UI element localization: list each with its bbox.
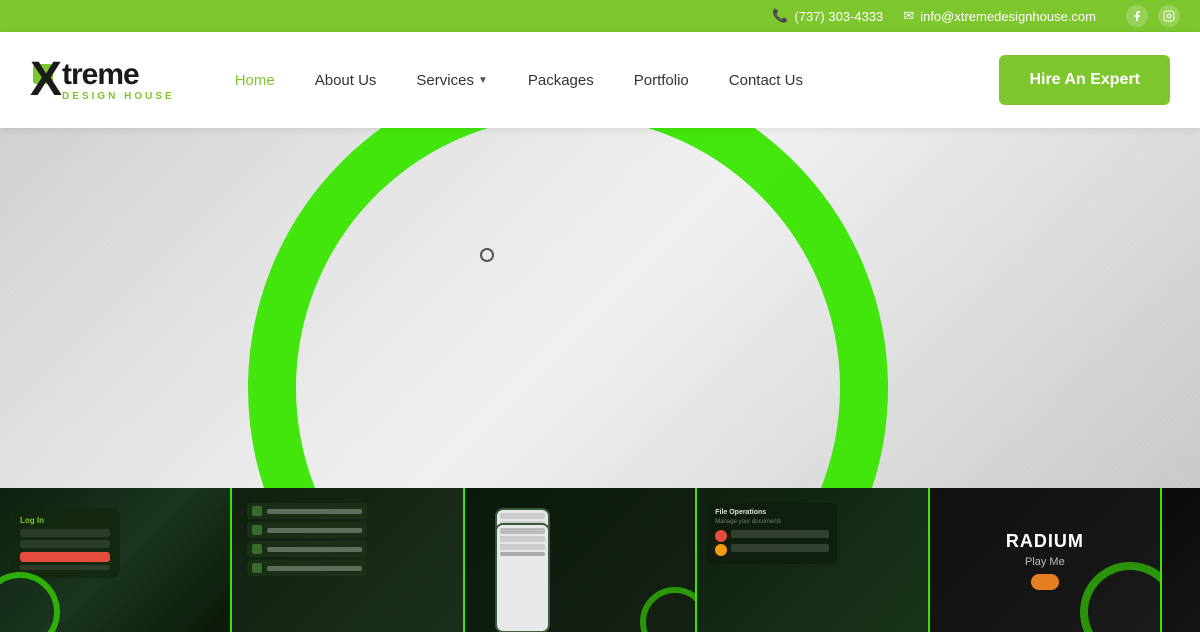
phone-row-1 bbox=[500, 513, 545, 519]
portfolio-item-dark[interactable] bbox=[1160, 488, 1200, 632]
sign-up-btn bbox=[20, 552, 110, 562]
pf-circle-green-1 bbox=[0, 572, 60, 632]
radium-card: RADIUM Play Me bbox=[996, 521, 1094, 600]
settings-text-2 bbox=[267, 528, 362, 533]
phone-contact[interactable]: 📞 (737) 303-4333 bbox=[772, 8, 883, 24]
hero-dot bbox=[480, 248, 494, 262]
hero-green-circle bbox=[248, 128, 888, 488]
phone-number: (737) 303-4333 bbox=[794, 9, 883, 24]
email-contact[interactable]: ✉ info@xtremedesignhouse.com bbox=[903, 8, 1096, 24]
settings-text-1 bbox=[267, 509, 362, 514]
nav-about[interactable]: About Us bbox=[295, 64, 397, 97]
email-address: info@xtremedesignhouse.com bbox=[920, 9, 1096, 24]
dash-row-1 bbox=[715, 530, 829, 542]
login-title: Log In bbox=[20, 516, 110, 525]
email-icon: ✉ bbox=[903, 8, 914, 24]
pf-circle-3 bbox=[640, 587, 695, 632]
radium-title: RADIUM bbox=[1006, 531, 1084, 552]
dash-subtitle: Manage your documents bbox=[715, 519, 829, 525]
phone-icon: 📞 bbox=[772, 8, 788, 24]
nav-contact[interactable]: Contact Us bbox=[709, 64, 823, 97]
social-icons bbox=[1126, 5, 1180, 27]
settings-row-4 bbox=[247, 560, 367, 576]
top-bar: 📞 (737) 303-4333 ✉ info@xtremedesignhous… bbox=[0, 0, 1200, 32]
phone-row-8 bbox=[500, 544, 545, 550]
dash-btn-orange bbox=[715, 544, 727, 556]
login-extra bbox=[20, 565, 110, 570]
portfolio-item-settings[interactable] bbox=[230, 488, 462, 632]
dash-bar-1 bbox=[731, 530, 829, 538]
settings-text-3 bbox=[267, 547, 362, 552]
radium-play-text: Play Me bbox=[1006, 556, 1084, 568]
phone-mock-2 bbox=[495, 523, 550, 632]
settings-row-1 bbox=[247, 503, 367, 519]
logo-tagline: DESIGN HOUSE bbox=[62, 91, 175, 102]
facebook-icon[interactable] bbox=[1126, 5, 1148, 27]
phone-row-6 bbox=[500, 528, 545, 534]
dash-bar-2 bbox=[731, 544, 829, 552]
settings-icon-2 bbox=[252, 525, 262, 535]
login-card: Log In bbox=[10, 508, 120, 578]
hero-section bbox=[0, 128, 1200, 488]
logo-treme: treme bbox=[62, 58, 175, 91]
radium-play-btn[interactable] bbox=[1031, 574, 1059, 590]
portfolio-item-login[interactable]: Log In bbox=[0, 488, 230, 632]
hire-expert-button[interactable]: Hire An Expert bbox=[999, 55, 1170, 105]
logo[interactable]: X treme DESIGN HOUSE bbox=[30, 56, 175, 104]
nav-home[interactable]: Home bbox=[215, 64, 295, 97]
dash-btn-red bbox=[715, 530, 727, 542]
dash-title: File Operations bbox=[715, 509, 829, 516]
phone-row-7 bbox=[500, 536, 545, 542]
settings-row-3 bbox=[247, 541, 367, 557]
instagram-icon[interactable] bbox=[1158, 5, 1180, 27]
portfolio-item-mobile[interactable] bbox=[463, 488, 695, 632]
settings-icon-4 bbox=[252, 563, 262, 573]
main-nav: Home About Us Services ▼ Packages Portfo… bbox=[215, 64, 1000, 97]
header: X treme DESIGN HOUSE Home About Us Servi… bbox=[0, 32, 1200, 128]
input-username bbox=[20, 529, 110, 537]
settings-row-2 bbox=[247, 522, 367, 538]
settings-card bbox=[247, 503, 367, 579]
phone-row-9 bbox=[500, 552, 545, 556]
logo-x: X bbox=[30, 53, 62, 106]
settings-icon-3 bbox=[252, 544, 262, 554]
settings-icon-1 bbox=[252, 506, 262, 516]
settings-text-4 bbox=[267, 566, 362, 571]
portfolio-strip: Log In bbox=[0, 488, 1200, 632]
phone-screen-2 bbox=[497, 525, 548, 631]
dash-row-2 bbox=[715, 544, 829, 556]
nav-portfolio[interactable]: Portfolio bbox=[614, 64, 709, 97]
dashboard-card: File Operations Manage your documents bbox=[707, 503, 837, 564]
dark-app-bg bbox=[1162, 488, 1200, 632]
portfolio-item-dashboard[interactable]: File Operations Manage your documents bbox=[695, 488, 927, 632]
nav-services[interactable]: Services ▼ bbox=[396, 64, 507, 97]
services-dropdown-arrow: ▼ bbox=[478, 75, 488, 86]
input-password bbox=[20, 540, 110, 548]
nav-packages[interactable]: Packages bbox=[508, 64, 614, 97]
portfolio-item-radium[interactable]: RADIUM Play Me bbox=[928, 488, 1160, 632]
